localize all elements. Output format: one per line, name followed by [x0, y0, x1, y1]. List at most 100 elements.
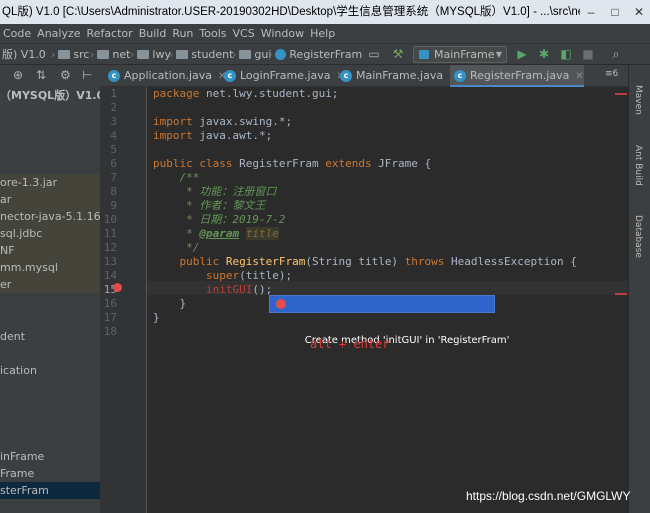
- class-icon: c: [340, 70, 352, 82]
- ant-build-tool-tab[interactable]: Ant Build: [633, 145, 643, 186]
- code-editor[interactable]: package net.lwy.student.gui; import java…: [147, 87, 628, 513]
- code-line-11: * @param title: [153, 227, 279, 240]
- run-configuration-select[interactable]: MainFrame ▼: [413, 46, 507, 63]
- hide-panel-icon[interactable]: ⊢: [82, 68, 92, 82]
- line-number: 13: [103, 255, 117, 268]
- structure-icon[interactable]: ▭: [366, 44, 382, 65]
- code-line-4: import java.awt.*;: [153, 129, 273, 142]
- line-number: 6: [110, 157, 117, 170]
- breadcrumb-class[interactable]: › RegisterFram: [265, 44, 362, 65]
- build-hammer-icon[interactable]: ⚒: [390, 44, 406, 65]
- folder-icon: [137, 50, 150, 59]
- window-title: QL版) V1.0 [C:\Users\Administrator.USER-2…: [2, 6, 580, 18]
- code-line-10: * 日期：2019-7-2: [153, 213, 286, 226]
- line-number: 2: [110, 101, 117, 114]
- locate-icon[interactable]: ⊕: [13, 68, 23, 82]
- tab-mainframe[interactable]: cMainFrame.java✕: [336, 65, 457, 87]
- menu-code[interactable]: Code: [0, 24, 34, 43]
- breadcrumb-lwy[interactable]: › lwy: [127, 44, 171, 65]
- class-icon: [275, 49, 287, 60]
- breadcrumb-student[interactable]: › student: [166, 44, 233, 65]
- search-icon[interactable]: ⌕: [608, 44, 624, 65]
- code-line-6: public class RegisterFram extends JFrame…: [153, 157, 432, 170]
- breadcrumb-project[interactable]: 版) V1.0: [2, 44, 46, 65]
- line-number: 12: [103, 241, 117, 254]
- tab-list-icon: ≡: [605, 69, 613, 79]
- class-icon: c: [454, 70, 466, 82]
- class-icon: c: [224, 70, 236, 82]
- code-line-1: package net.lwy.student.gui;: [153, 87, 339, 100]
- chevron-right-icon: ›: [51, 48, 56, 61]
- line-number: 8: [110, 185, 117, 198]
- line-number-gutter: 1 2 3 4 5 6 7 8 9 10 11 12 13 14 15 16 1…: [100, 87, 147, 513]
- tree-item-package[interactable]: dent: [0, 328, 25, 345]
- project-toolbar: ⊕ ⇅ ⚙ ⊢: [0, 65, 100, 87]
- menu-run[interactable]: Run: [169, 24, 196, 43]
- tab-registerfram[interactable]: c RegisterFram.java ✕: [450, 65, 584, 87]
- chevron-right-icon: ›: [232, 48, 237, 61]
- gear-icon[interactable]: ⚙: [60, 68, 71, 82]
- code-line-9: * 作者：黎文王: [153, 199, 266, 212]
- line-number: 7: [110, 171, 117, 184]
- breadcrumb-net[interactable]: › net: [87, 44, 130, 65]
- code-line-12: */: [153, 241, 200, 254]
- maven-tool-tab[interactable]: Maven: [633, 85, 643, 115]
- menu-tools[interactable]: Tools: [196, 24, 229, 43]
- chevron-right-icon: ›: [268, 48, 273, 61]
- collapse-icon[interactable]: ⇅: [36, 68, 46, 82]
- tree-item-file[interactable]: Frame: [0, 465, 34, 482]
- coverage-icon[interactable]: ◧: [558, 44, 574, 65]
- minimize-icon[interactable]: –: [580, 0, 602, 24]
- lightbulb-icon[interactable]: [113, 283, 122, 292]
- code-line-16: }: [153, 297, 187, 310]
- line-number: 10: [103, 213, 117, 226]
- error-stripe-marker[interactable]: [615, 93, 627, 95]
- menu-build[interactable]: Build: [136, 24, 170, 43]
- menu-vcs[interactable]: VCS: [230, 24, 258, 43]
- tree-item-lib[interactable]: er: [0, 276, 100, 293]
- close-icon[interactable]: ✕: [628, 0, 650, 24]
- menu-window[interactable]: Window: [258, 24, 307, 43]
- tab-loginframe[interactable]: cLoginFrame.java✕: [220, 65, 345, 87]
- line-number: 16: [103, 297, 117, 310]
- tree-item-lib[interactable]: nector-java-5.1.16-bin: [0, 208, 100, 225]
- tree-item-lib[interactable]: ore-1.3.jar: [0, 174, 100, 191]
- line-number: 18: [103, 325, 117, 338]
- error-stripe-marker[interactable]: [615, 293, 627, 295]
- menu-analyze[interactable]: Analyze: [34, 24, 83, 43]
- window-title-bar: QL版) V1.0 [C:\Users\Administrator.USER-2…: [0, 0, 650, 24]
- tab-overflow[interactable]: ≡6: [605, 69, 618, 79]
- tree-item-lib[interactable]: sql.jdbc: [0, 225, 100, 242]
- folder-icon: [97, 50, 110, 59]
- menu-bar: Code Analyze Refactor Build Run Tools VCS Windo…: [0, 24, 650, 43]
- editor-tab-row: ⊕ ⇅ ⚙ ⊢ c Application.java ✕ c LoginFrame.j…: [0, 65, 628, 87]
- line-number: 4: [110, 129, 117, 142]
- tree-item-lib[interactable]: mm.mysql: [0, 259, 100, 276]
- code-line-17: }: [153, 311, 160, 324]
- line-number: 1: [110, 87, 117, 100]
- debug-icon[interactable]: ✱: [536, 44, 552, 65]
- app-config-icon: [419, 50, 429, 59]
- menu-help[interactable]: Help: [307, 24, 338, 43]
- close-tab-icon[interactable]: ✕: [575, 71, 583, 82]
- chevron-down-icon: ▼: [495, 50, 502, 59]
- run-icon[interactable]: ▶: [514, 44, 530, 65]
- breadcrumb-src[interactable]: › src: [48, 44, 89, 65]
- maximize-icon[interactable]: □: [604, 0, 626, 24]
- chevron-right-icon: ›: [130, 48, 135, 61]
- database-tool-tab[interactable]: Database: [633, 215, 643, 258]
- tree-item-file[interactable]: inFrame: [0, 448, 44, 465]
- watermark: https://blog.csdn.net/GMGLWY: [466, 489, 631, 503]
- stop-icon[interactable]: ■: [580, 44, 596, 65]
- tree-item-root[interactable]: （MYSQL版）V1.0: [0, 87, 100, 104]
- chevron-right-icon: ›: [90, 48, 95, 61]
- code-line-8: * 功能：注册窗口: [153, 185, 277, 198]
- tree-item-lib[interactable]: NF: [0, 242, 100, 259]
- tree-item-package[interactable]: ication: [0, 362, 37, 379]
- menu-refactor[interactable]: Refactor: [84, 24, 136, 43]
- tree-item-selected[interactable]: sterFram: [0, 482, 100, 499]
- quick-fix-popup[interactable]: Create method 'initGUI' in 'RegisterFram…: [269, 295, 509, 346]
- tab-application[interactable]: c Application.java ✕: [104, 65, 226, 87]
- tree-item-lib[interactable]: ar: [0, 191, 100, 208]
- navigation-bar: 版) V1.0 › src › net › lwy › student › gui › Re…: [0, 43, 650, 65]
